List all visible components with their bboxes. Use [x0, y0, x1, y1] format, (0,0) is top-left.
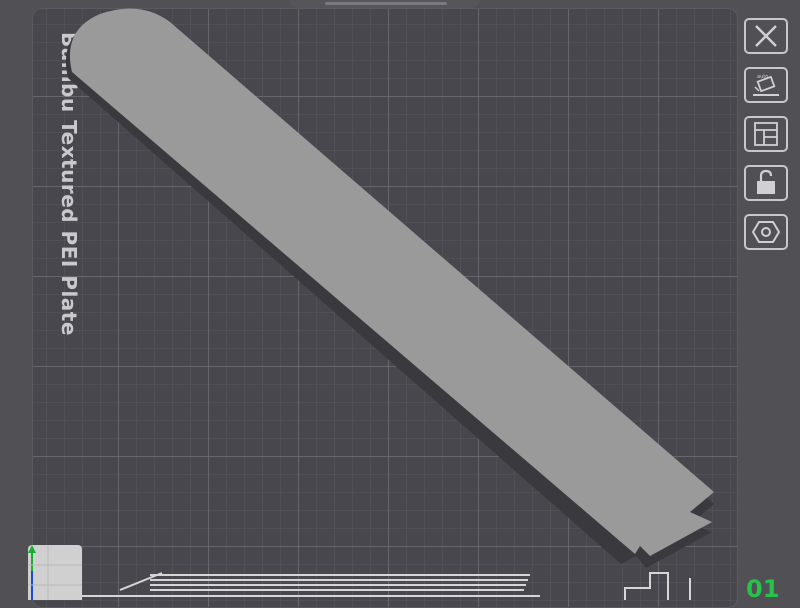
lock-plate-button[interactable]: [744, 165, 788, 201]
hexagon-settings-icon: [751, 221, 781, 243]
auto-arrange-icon: auto: [753, 74, 779, 96]
layout-icon: [754, 122, 778, 146]
svg-text:auto: auto: [757, 74, 768, 80]
plate-settings-button[interactable]: [744, 214, 788, 250]
arrange-layout-button[interactable]: [744, 116, 788, 152]
axis-gizmo[interactable]: [28, 545, 82, 600]
plate-number: 01: [746, 575, 780, 603]
bottom-toolpath-preview: [80, 572, 691, 600]
lock-icon: [757, 169, 775, 194]
close-plate-button[interactable]: [744, 18, 788, 54]
close-icon: [755, 25, 777, 47]
auto-arrange-button[interactable]: auto: [744, 67, 788, 103]
